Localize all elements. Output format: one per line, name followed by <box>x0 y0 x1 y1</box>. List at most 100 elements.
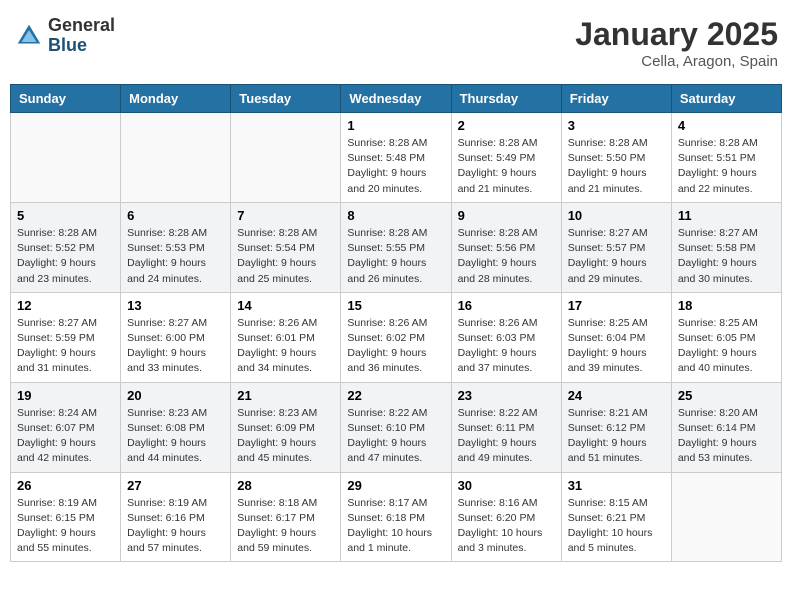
day-number: 11 <box>678 208 775 223</box>
day-number: 15 <box>347 298 444 313</box>
day-number: 23 <box>458 388 555 403</box>
day-info: Sunrise: 8:27 AM Sunset: 5:58 PM Dayligh… <box>678 226 775 287</box>
day-info: Sunrise: 8:20 AM Sunset: 6:14 PM Dayligh… <box>678 406 775 467</box>
calendar-cell: 14 Sunrise: 8:26 AM Sunset: 6:01 PM Dayli… <box>231 292 341 382</box>
calendar-cell: 2 Sunrise: 8:28 AM Sunset: 5:49 PM Daylig… <box>451 113 561 203</box>
calendar-header: SundayMondayTuesdayWednesdayThursdayFrid… <box>11 85 782 113</box>
calendar-cell: 6 Sunrise: 8:28 AM Sunset: 5:53 PM Daylig… <box>121 202 231 292</box>
day-number: 2 <box>458 118 555 133</box>
logo-blue: Blue <box>48 36 115 56</box>
day-number: 14 <box>237 298 334 313</box>
weekday-header-saturday: Saturday <box>671 85 781 113</box>
logo-icon <box>14 21 44 51</box>
calendar-cell: 31 Sunrise: 8:15 AM Sunset: 6:21 PM Dayli… <box>561 472 671 562</box>
calendar-cell: 5 Sunrise: 8:28 AM Sunset: 5:52 PM Daylig… <box>11 202 121 292</box>
day-info: Sunrise: 8:23 AM Sunset: 6:09 PM Dayligh… <box>237 406 334 467</box>
calendar-table: SundayMondayTuesdayWednesdayThursdayFrid… <box>10 84 782 562</box>
day-number: 16 <box>458 298 555 313</box>
calendar-cell: 17 Sunrise: 8:25 AM Sunset: 6:04 PM Dayli… <box>561 292 671 382</box>
day-info: Sunrise: 8:28 AM Sunset: 5:49 PM Dayligh… <box>458 136 555 197</box>
calendar-cell: 15 Sunrise: 8:26 AM Sunset: 6:02 PM Dayli… <box>341 292 451 382</box>
calendar-cell: 25 Sunrise: 8:20 AM Sunset: 6:14 PM Dayli… <box>671 382 781 472</box>
day-info: Sunrise: 8:22 AM Sunset: 6:10 PM Dayligh… <box>347 406 444 467</box>
day-number: 12 <box>17 298 114 313</box>
calendar-body: 1Sunrise: 8:28 AM Sunset: 5:48 PM Daylig… <box>11 113 782 562</box>
calendar-cell <box>671 472 781 562</box>
weekday-header-sunday: Sunday <box>11 85 121 113</box>
day-number: 7 <box>237 208 334 223</box>
day-info: Sunrise: 8:16 AM Sunset: 6:20 PM Dayligh… <box>458 496 555 557</box>
calendar-cell: 7 Sunrise: 8:28 AM Sunset: 5:54 PM Daylig… <box>231 202 341 292</box>
week-row-3: 12Sunrise: 8:27 AM Sunset: 5:59 PM Dayli… <box>11 292 782 382</box>
day-info: Sunrise: 8:28 AM Sunset: 5:52 PM Dayligh… <box>17 226 114 287</box>
weekday-header-friday: Friday <box>561 85 671 113</box>
day-info: Sunrise: 8:18 AM Sunset: 6:17 PM Dayligh… <box>237 496 334 557</box>
day-number: 17 <box>568 298 665 313</box>
day-info: Sunrise: 8:28 AM Sunset: 5:53 PM Dayligh… <box>127 226 224 287</box>
day-info: Sunrise: 8:23 AM Sunset: 6:08 PM Dayligh… <box>127 406 224 467</box>
day-number: 22 <box>347 388 444 403</box>
week-row-5: 26 Sunrise: 8:19 AM Sunset: 6:15 PM Dayli… <box>11 472 782 562</box>
day-info: Sunrise: 8:19 AM Sunset: 6:16 PM Dayligh… <box>127 496 224 557</box>
day-info: Sunrise: 8:26 AM Sunset: 6:01 PM Dayligh… <box>237 316 334 377</box>
day-number: 29 <box>347 478 444 493</box>
calendar-cell: 22 Sunrise: 8:22 AM Sunset: 6:10 PM Dayli… <box>341 382 451 472</box>
weekday-header-wednesday: Wednesday <box>341 85 451 113</box>
day-info: Sunrise: 8:19 AM Sunset: 6:15 PM Dayligh… <box>17 496 114 557</box>
day-number: 25 <box>678 388 775 403</box>
day-info: Sunrise: 8:27 AM Sunset: 5:57 PM Dayligh… <box>568 226 665 287</box>
day-number: 1 <box>347 118 444 133</box>
logo: General Blue <box>14 16 115 56</box>
calendar-cell: 23 Sunrise: 8:22 AM Sunset: 6:11 PM Dayli… <box>451 382 561 472</box>
day-number: 21 <box>237 388 334 403</box>
calendar-cell: 21 Sunrise: 8:23 AM Sunset: 6:09 PM Dayli… <box>231 382 341 472</box>
calendar-cell: 12Sunrise: 8:27 AM Sunset: 5:59 PM Dayli… <box>11 292 121 382</box>
day-number: 20 <box>127 388 224 403</box>
day-number: 18 <box>678 298 775 313</box>
day-number: 27 <box>127 478 224 493</box>
day-info: Sunrise: 8:26 AM Sunset: 6:02 PM Dayligh… <box>347 316 444 377</box>
location: Cella, Aragon, Spain <box>575 53 778 70</box>
day-number: 8 <box>347 208 444 223</box>
day-info: Sunrise: 8:21 AM Sunset: 6:12 PM Dayligh… <box>568 406 665 467</box>
week-row-1: 1Sunrise: 8:28 AM Sunset: 5:48 PM Daylig… <box>11 113 782 203</box>
day-number: 6 <box>127 208 224 223</box>
weekday-header-tuesday: Tuesday <box>231 85 341 113</box>
day-info: Sunrise: 8:22 AM Sunset: 6:11 PM Dayligh… <box>458 406 555 467</box>
weekday-header-monday: Monday <box>121 85 231 113</box>
weekday-header-thursday: Thursday <box>451 85 561 113</box>
day-info: Sunrise: 8:17 AM Sunset: 6:18 PM Dayligh… <box>347 496 444 557</box>
calendar-cell: 13Sunrise: 8:27 AM Sunset: 6:00 PM Dayli… <box>121 292 231 382</box>
calendar-cell: 4Sunrise: 8:28 AM Sunset: 5:51 PM Daylig… <box>671 113 781 203</box>
page-header: General Blue January 2025 Cella, Aragon,… <box>10 10 782 76</box>
calendar-cell <box>231 113 341 203</box>
week-row-2: 5 Sunrise: 8:28 AM Sunset: 5:52 PM Daylig… <box>11 202 782 292</box>
calendar-cell: 28Sunrise: 8:18 AM Sunset: 6:17 PM Dayli… <box>231 472 341 562</box>
day-info: Sunrise: 8:15 AM Sunset: 6:21 PM Dayligh… <box>568 496 665 557</box>
calendar-cell <box>11 113 121 203</box>
day-number: 19 <box>17 388 114 403</box>
day-number: 3 <box>568 118 665 133</box>
day-number: 9 <box>458 208 555 223</box>
day-number: 13 <box>127 298 224 313</box>
calendar-cell: 30Sunrise: 8:16 AM Sunset: 6:20 PM Dayli… <box>451 472 561 562</box>
calendar-cell: 11 Sunrise: 8:27 AM Sunset: 5:58 PM Dayli… <box>671 202 781 292</box>
calendar-cell: 8 Sunrise: 8:28 AM Sunset: 5:55 PM Daylig… <box>341 202 451 292</box>
logo-text: General Blue <box>48 16 115 56</box>
day-info: Sunrise: 8:28 AM Sunset: 5:56 PM Dayligh… <box>458 226 555 287</box>
day-number: 26 <box>17 478 114 493</box>
day-info: Sunrise: 8:28 AM Sunset: 5:50 PM Dayligh… <box>568 136 665 197</box>
day-info: Sunrise: 8:28 AM Sunset: 5:51 PM Dayligh… <box>678 136 775 197</box>
calendar-cell: 18Sunrise: 8:25 AM Sunset: 6:05 PM Dayli… <box>671 292 781 382</box>
calendar-cell: 20 Sunrise: 8:23 AM Sunset: 6:08 PM Dayli… <box>121 382 231 472</box>
calendar-cell: 10Sunrise: 8:27 AM Sunset: 5:57 PM Dayli… <box>561 202 671 292</box>
day-info: Sunrise: 8:26 AM Sunset: 6:03 PM Dayligh… <box>458 316 555 377</box>
day-info: Sunrise: 8:28 AM Sunset: 5:54 PM Dayligh… <box>237 226 334 287</box>
day-info: Sunrise: 8:28 AM Sunset: 5:55 PM Dayligh… <box>347 226 444 287</box>
calendar-cell <box>121 113 231 203</box>
weekday-header-row: SundayMondayTuesdayWednesdayThursdayFrid… <box>11 85 782 113</box>
day-number: 31 <box>568 478 665 493</box>
day-info: Sunrise: 8:25 AM Sunset: 6:04 PM Dayligh… <box>568 316 665 377</box>
day-number: 5 <box>17 208 114 223</box>
week-row-4: 19Sunrise: 8:24 AM Sunset: 6:07 PM Dayli… <box>11 382 782 472</box>
